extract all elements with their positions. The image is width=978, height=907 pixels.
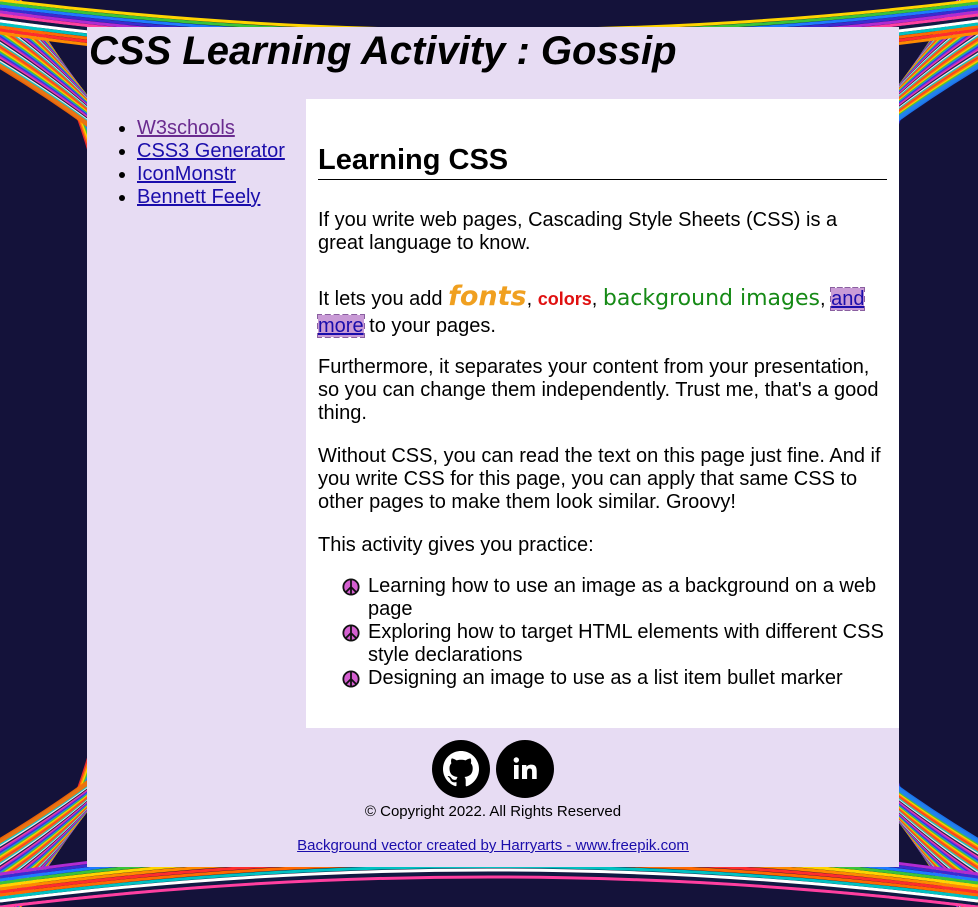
nav-link-css3-generator[interactable]: CSS3 Generator — [137, 140, 285, 162]
nav-item-css3-generator: CSS3 Generator — [137, 140, 306, 163]
copyright-text: © Copyright 2022. All Rights Reserved — [364, 803, 622, 820]
practice-list: Learning how to use an image as a backgr… — [318, 575, 887, 690]
main-content: Learning CSS If you write web pages, Cas… — [306, 99, 899, 728]
features-lead: It lets you add — [318, 288, 449, 310]
separator: , — [526, 288, 538, 310]
list-item: Exploring how to target HTML elements wi… — [342, 621, 887, 667]
features-tail: to your pages. — [363, 315, 496, 337]
peace-sign-icon — [342, 670, 360, 688]
github-icon-graphic — [432, 740, 490, 798]
features-paragraph: It lets you add fonts, colors, backgroun… — [316, 281, 887, 340]
list-item: Learning how to use an image as a backgr… — [342, 575, 887, 621]
list-item-text: Learning how to use an image as a backgr… — [368, 575, 877, 620]
nav-list: W3schools CSS3 Generator IconMonstr Benn… — [87, 117, 306, 209]
fonts-word: fonts — [448, 281, 527, 312]
github-icon[interactable] — [431, 739, 491, 799]
section-heading: Learning CSS — [318, 143, 887, 180]
practice-intro: This activity gives you practice: — [318, 534, 594, 556]
nav-link-w3schools[interactable]: W3schools — [137, 117, 235, 139]
list-item: Designing an image to use as a list item… — [342, 667, 887, 690]
nav-link-bennett-feely[interactable]: Bennett Feely — [137, 186, 260, 208]
peace-sign-icon — [342, 624, 360, 642]
background-credit-link[interactable]: Background vector created by Harryarts -… — [297, 837, 689, 854]
linkedin-icon-graphic — [496, 740, 554, 798]
list-item-text: Designing an image to use as a list item… — [368, 667, 843, 689]
nav-link-iconmonstr[interactable]: IconMonstr — [137, 163, 236, 185]
linkedin-icon[interactable] — [495, 739, 555, 799]
list-item-text: Exploring how to target HTML elements wi… — [368, 621, 884, 666]
separator: , — [819, 288, 832, 310]
page-title: CSS Learning Activity : Gossip — [89, 29, 677, 73]
intro-paragraph: If you write web pages, Cascading Style … — [318, 209, 838, 254]
nav-item-w3schools: W3schools — [137, 117, 306, 140]
background-images-word: background images — [602, 286, 820, 311]
peace-sign-icon — [342, 578, 360, 596]
separator: , — [591, 288, 603, 310]
credit-line: Background vector created by Harryarts -… — [87, 837, 899, 855]
separation-paragraph: Furthermore, it separates your content f… — [318, 356, 879, 424]
nav-item-iconmonstr: IconMonstr — [137, 163, 306, 186]
social-links — [431, 739, 555, 799]
colors-word: colors — [537, 289, 592, 309]
sidebar-nav: W3schools CSS3 Generator IconMonstr Benn… — [87, 117, 306, 209]
nav-item-bennett-feely: Bennett Feely — [137, 186, 306, 209]
without-css-paragraph: Without CSS, you can read the text on th… — [318, 445, 881, 513]
page-container: CSS Learning Activity : Gossip W3schools… — [87, 27, 899, 867]
